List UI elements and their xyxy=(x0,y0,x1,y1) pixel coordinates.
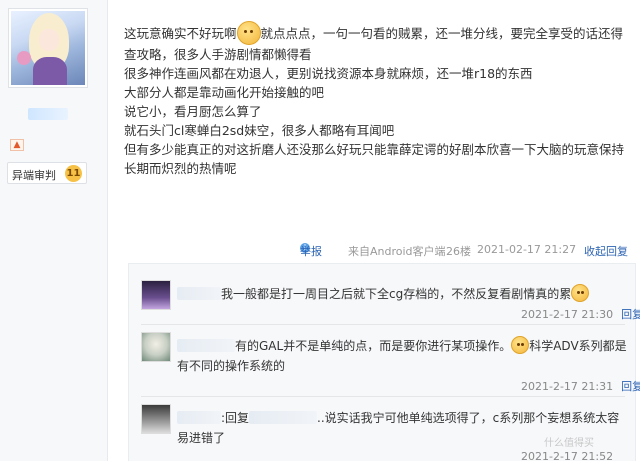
reply-avatar[interactable] xyxy=(141,332,171,362)
post-line-7: 但有多少能真正的对这折磨人还没那么好玩只能靠薛定谔的好剧本欣喜一下大脑的玩意保持… xyxy=(124,142,625,176)
reply-divider xyxy=(141,324,625,325)
post-content: 这玩意确实不好玩啊 就点点点，一句一句看的贼累，还一堆分线，要完全享受的话还得查攻… xyxy=(124,21,634,178)
post-footer: ! 举报 来自Android客户端 26楼 2021-02-17 21:27 收起… xyxy=(300,243,628,259)
badge-level: 11 xyxy=(65,165,82,182)
reply-username-redacted[interactable] xyxy=(177,287,221,300)
avatar-image xyxy=(11,11,85,85)
reply-meta: 2021-2-17 21:30 回复 xyxy=(521,306,640,322)
reply-avatar[interactable] xyxy=(141,404,171,434)
reply-button[interactable]: 回复 xyxy=(621,308,640,321)
reply-time: 2021-2-17 21:31 xyxy=(521,380,614,393)
flame-icon: ▲ xyxy=(10,139,24,151)
reply-username-redacted[interactable] xyxy=(177,339,235,352)
post-time: 2021-02-17 21:27 xyxy=(477,243,577,256)
smile-emoji-icon xyxy=(236,21,261,45)
smile-emoji-icon xyxy=(511,336,530,354)
author-avatar[interactable] xyxy=(8,8,88,88)
reply-button[interactable]: 回复 xyxy=(621,380,640,393)
member-badge[interactable]: 异端审判 11 xyxy=(7,162,87,184)
post-line-1: 这玩意确实不好玩啊 就点点点，一句一句看的贼累，还一堆分线，要完全享受的话还得查攻… xyxy=(124,21,634,64)
reply-meta: 2021-2-17 21:31 回复 xyxy=(521,378,640,394)
reply-divider xyxy=(141,396,625,397)
reply-time: 2021-2-17 21:52 xyxy=(521,450,614,461)
reply-target-redacted[interactable] xyxy=(249,411,318,424)
watermark: 什么值得买 xyxy=(544,438,594,449)
smile-emoji-icon xyxy=(571,284,590,302)
reply-username-redacted[interactable] xyxy=(177,411,221,424)
reply-list: 我一般都是打一周目之后就下全cg存档的，不然反复看剧情真的累 2021-2-17… xyxy=(128,263,640,461)
floor-number: 26楼 xyxy=(446,245,471,258)
badge-label: 异端审判 xyxy=(12,169,56,182)
reply-avatar[interactable] xyxy=(141,280,171,310)
author-name-redacted[interactable] xyxy=(28,108,68,120)
post-line-4: 大部分人都是靠动画化开始接触的吧 xyxy=(124,85,325,100)
reply-meta: 2021-2-17 21:52 xyxy=(521,450,613,461)
post-line-6: 就石头门cl寒蝉白2sd妹空，很多人都略有耳闻吧 xyxy=(124,123,395,138)
reply-time: 2021-2-17 21:30 xyxy=(521,308,614,321)
reply-text: 我一般都是打一周目之后就下全cg存档的，不然反复看剧情真的累 xyxy=(177,284,629,304)
post-source: 来自Android客户端 xyxy=(348,245,446,258)
reply-text: 有的GAL并不是单纯的点，而是要你进行某项操作。 科学ADV系列都是有不同的操作系… xyxy=(177,336,629,376)
post-line-5: 说它小，看月厨怎么算了 xyxy=(124,104,262,119)
post-line-3: 很多神作连画风都在劝退人，更别说找资源本身就麻烦，还一堆r18的东西 xyxy=(124,66,533,81)
author-sidebar: ▲ 异端审判 11 xyxy=(0,0,108,461)
collapse-replies-link[interactable]: 收起回复 xyxy=(584,243,628,259)
